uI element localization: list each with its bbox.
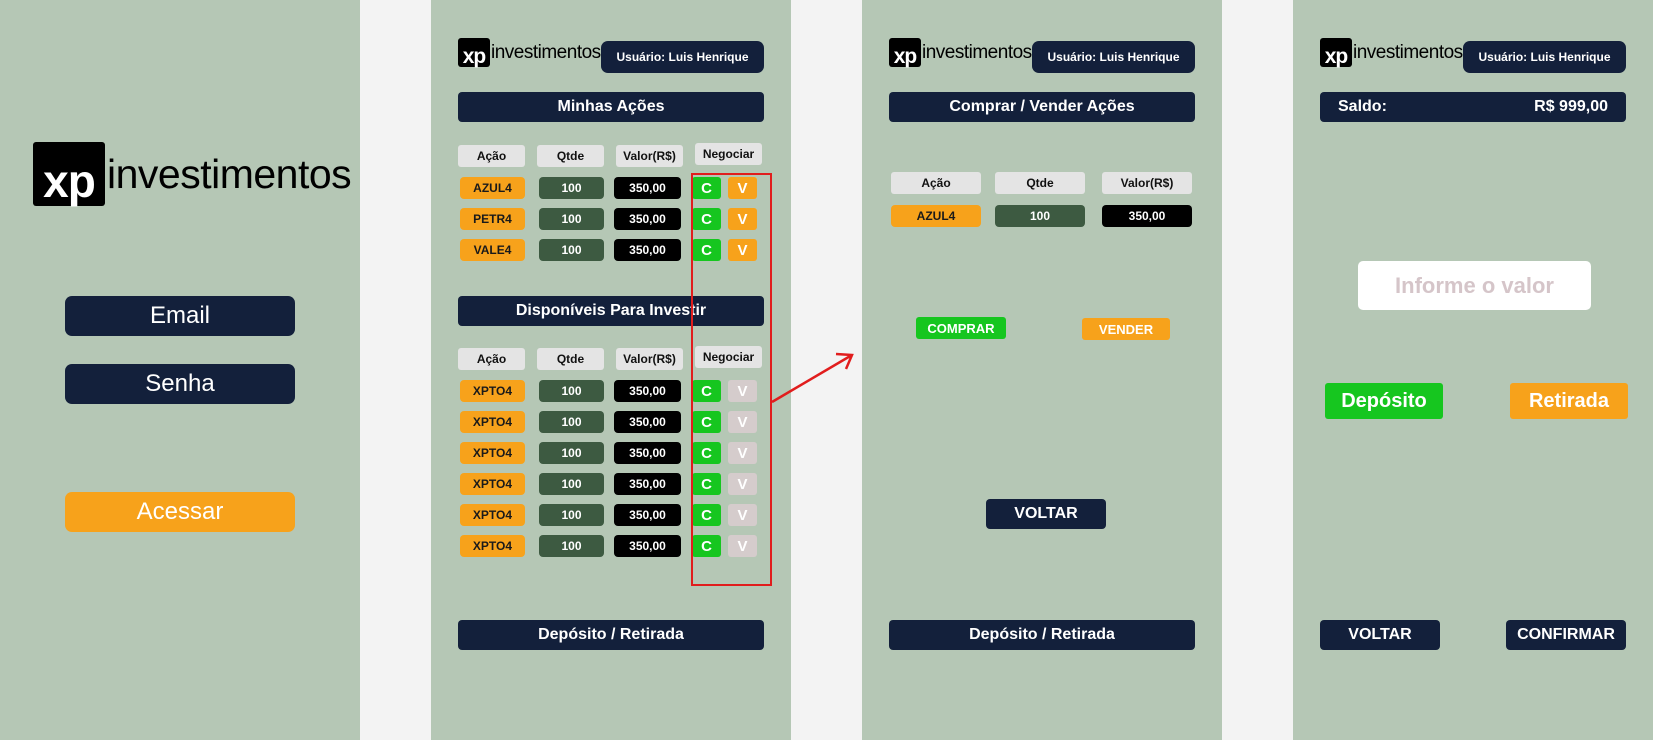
trade-screen: xp investimentos Usuário: Luis Henrique … <box>862 0 1222 740</box>
user-badge: Usuário: Luis Henrique <box>1032 41 1195 73</box>
balance-label: Saldo: <box>1338 98 1387 115</box>
xp-logo-mark: xp <box>33 142 105 206</box>
xp-logo: xp investimentos <box>33 142 352 206</box>
trade-value: 350,00 <box>1102 205 1192 227</box>
stock-ticker: XPTO4 <box>460 535 525 557</box>
col-header-negotiate: Negociar <box>695 143 762 165</box>
deposit-withdraw-button[interactable]: Depósito / Retirada <box>458 620 764 650</box>
back-button[interactable]: VOLTAR <box>1320 620 1440 650</box>
col-header-ticker: Ação <box>891 172 981 194</box>
stock-value: 350,00 <box>614 239 681 261</box>
balance-bar: Saldo: R$ 999,00 <box>1320 92 1626 122</box>
back-button[interactable]: VOLTAR <box>986 499 1106 529</box>
trade-ticker: AZUL4 <box>891 205 981 227</box>
stock-value: 350,00 <box>614 473 681 495</box>
col-header-ticker: Ação <box>458 348 525 370</box>
stock-ticker: AZUL4 <box>460 177 525 199</box>
login-screen: xp investimentos Email Senha Acessar <box>0 0 360 740</box>
col-header-value: Valor(R$) <box>616 145 683 167</box>
xp-logo-mark: xp <box>889 38 921 67</box>
xp-logo: xp investimentos <box>889 38 1032 67</box>
user-badge: Usuário: Luis Henrique <box>1463 41 1626 73</box>
deposit-withdraw-button[interactable]: Depósito / Retirada <box>889 620 1195 650</box>
stock-qty: 100 <box>539 504 604 526</box>
col-header-value: Valor(R$) <box>616 348 683 370</box>
col-header-ticker: Ação <box>458 145 525 167</box>
stock-qty: 100 <box>539 380 604 402</box>
stock-value: 350,00 <box>614 504 681 526</box>
col-header-qty: Qtde <box>995 172 1085 194</box>
stock-value: 350,00 <box>614 177 681 199</box>
stock-value: 350,00 <box>614 442 681 464</box>
stock-qty: 100 <box>539 473 604 495</box>
xp-logo-wordmark: investimentos <box>491 41 601 63</box>
stock-ticker: PETR4 <box>460 208 525 230</box>
access-button[interactable]: Acessar <box>65 492 295 532</box>
stock-qty: 100 <box>539 239 604 261</box>
stock-ticker: XPTO4 <box>460 442 525 464</box>
col-header-qty: Qtde <box>537 145 604 167</box>
amount-placeholder: Informe o valor <box>1395 272 1554 298</box>
xp-logo: xp investimentos <box>1320 38 1463 67</box>
email-field[interactable]: Email <box>65 296 295 336</box>
xp-logo-mark: xp <box>458 38 490 67</box>
stock-qty: 100 <box>539 177 604 199</box>
buy-button[interactable]: COMPRAR <box>916 317 1006 339</box>
stock-qty: 100 <box>539 411 604 433</box>
portfolio-title: Minhas Ações <box>458 92 764 122</box>
flow-arrow <box>771 352 854 404</box>
stock-qty: 100 <box>539 535 604 557</box>
col-header-value: Valor(R$) <box>1102 172 1192 194</box>
stock-ticker: XPTO4 <box>460 504 525 526</box>
xp-logo-wordmark: investimentos <box>922 41 1032 63</box>
negotiate-highlight-box <box>691 173 772 586</box>
confirm-button[interactable]: CONFIRMAR <box>1506 620 1626 650</box>
balance-value: R$ 999,00 <box>1534 98 1608 115</box>
amount-input[interactable]: Informe o valor <box>1358 261 1591 310</box>
xp-logo-mark: xp <box>1320 38 1352 67</box>
trade-title: Comprar / Vender Ações <box>889 92 1195 122</box>
password-field[interactable]: Senha <box>65 364 295 404</box>
stock-ticker: XPTO4 <box>460 473 525 495</box>
col-header-qty: Qtde <box>537 348 604 370</box>
stock-qty: 100 <box>539 208 604 230</box>
user-badge: Usuário: Luis Henrique <box>601 41 764 73</box>
wallet-screen: xp investimentos Usuário: Luis Henrique … <box>1293 0 1653 740</box>
stock-ticker: XPTO4 <box>460 411 525 433</box>
stock-value: 350,00 <box>614 411 681 433</box>
deposit-button[interactable]: Depósito <box>1325 383 1443 419</box>
trade-qty[interactable]: 100 <box>995 205 1085 227</box>
stock-value: 350,00 <box>614 208 681 230</box>
sell-button[interactable]: VENDER <box>1082 318 1170 340</box>
withdraw-button[interactable]: Retirada <box>1510 383 1628 419</box>
xp-logo-wordmark: investimentos <box>107 150 352 197</box>
stock-ticker: VALE4 <box>460 239 525 261</box>
stock-value: 350,00 <box>614 380 681 402</box>
xp-logo: xp investimentos <box>458 38 601 67</box>
stock-qty: 100 <box>539 442 604 464</box>
stock-value: 350,00 <box>614 535 681 557</box>
xp-logo-wordmark: investimentos <box>1353 41 1463 63</box>
stock-ticker: XPTO4 <box>460 380 525 402</box>
